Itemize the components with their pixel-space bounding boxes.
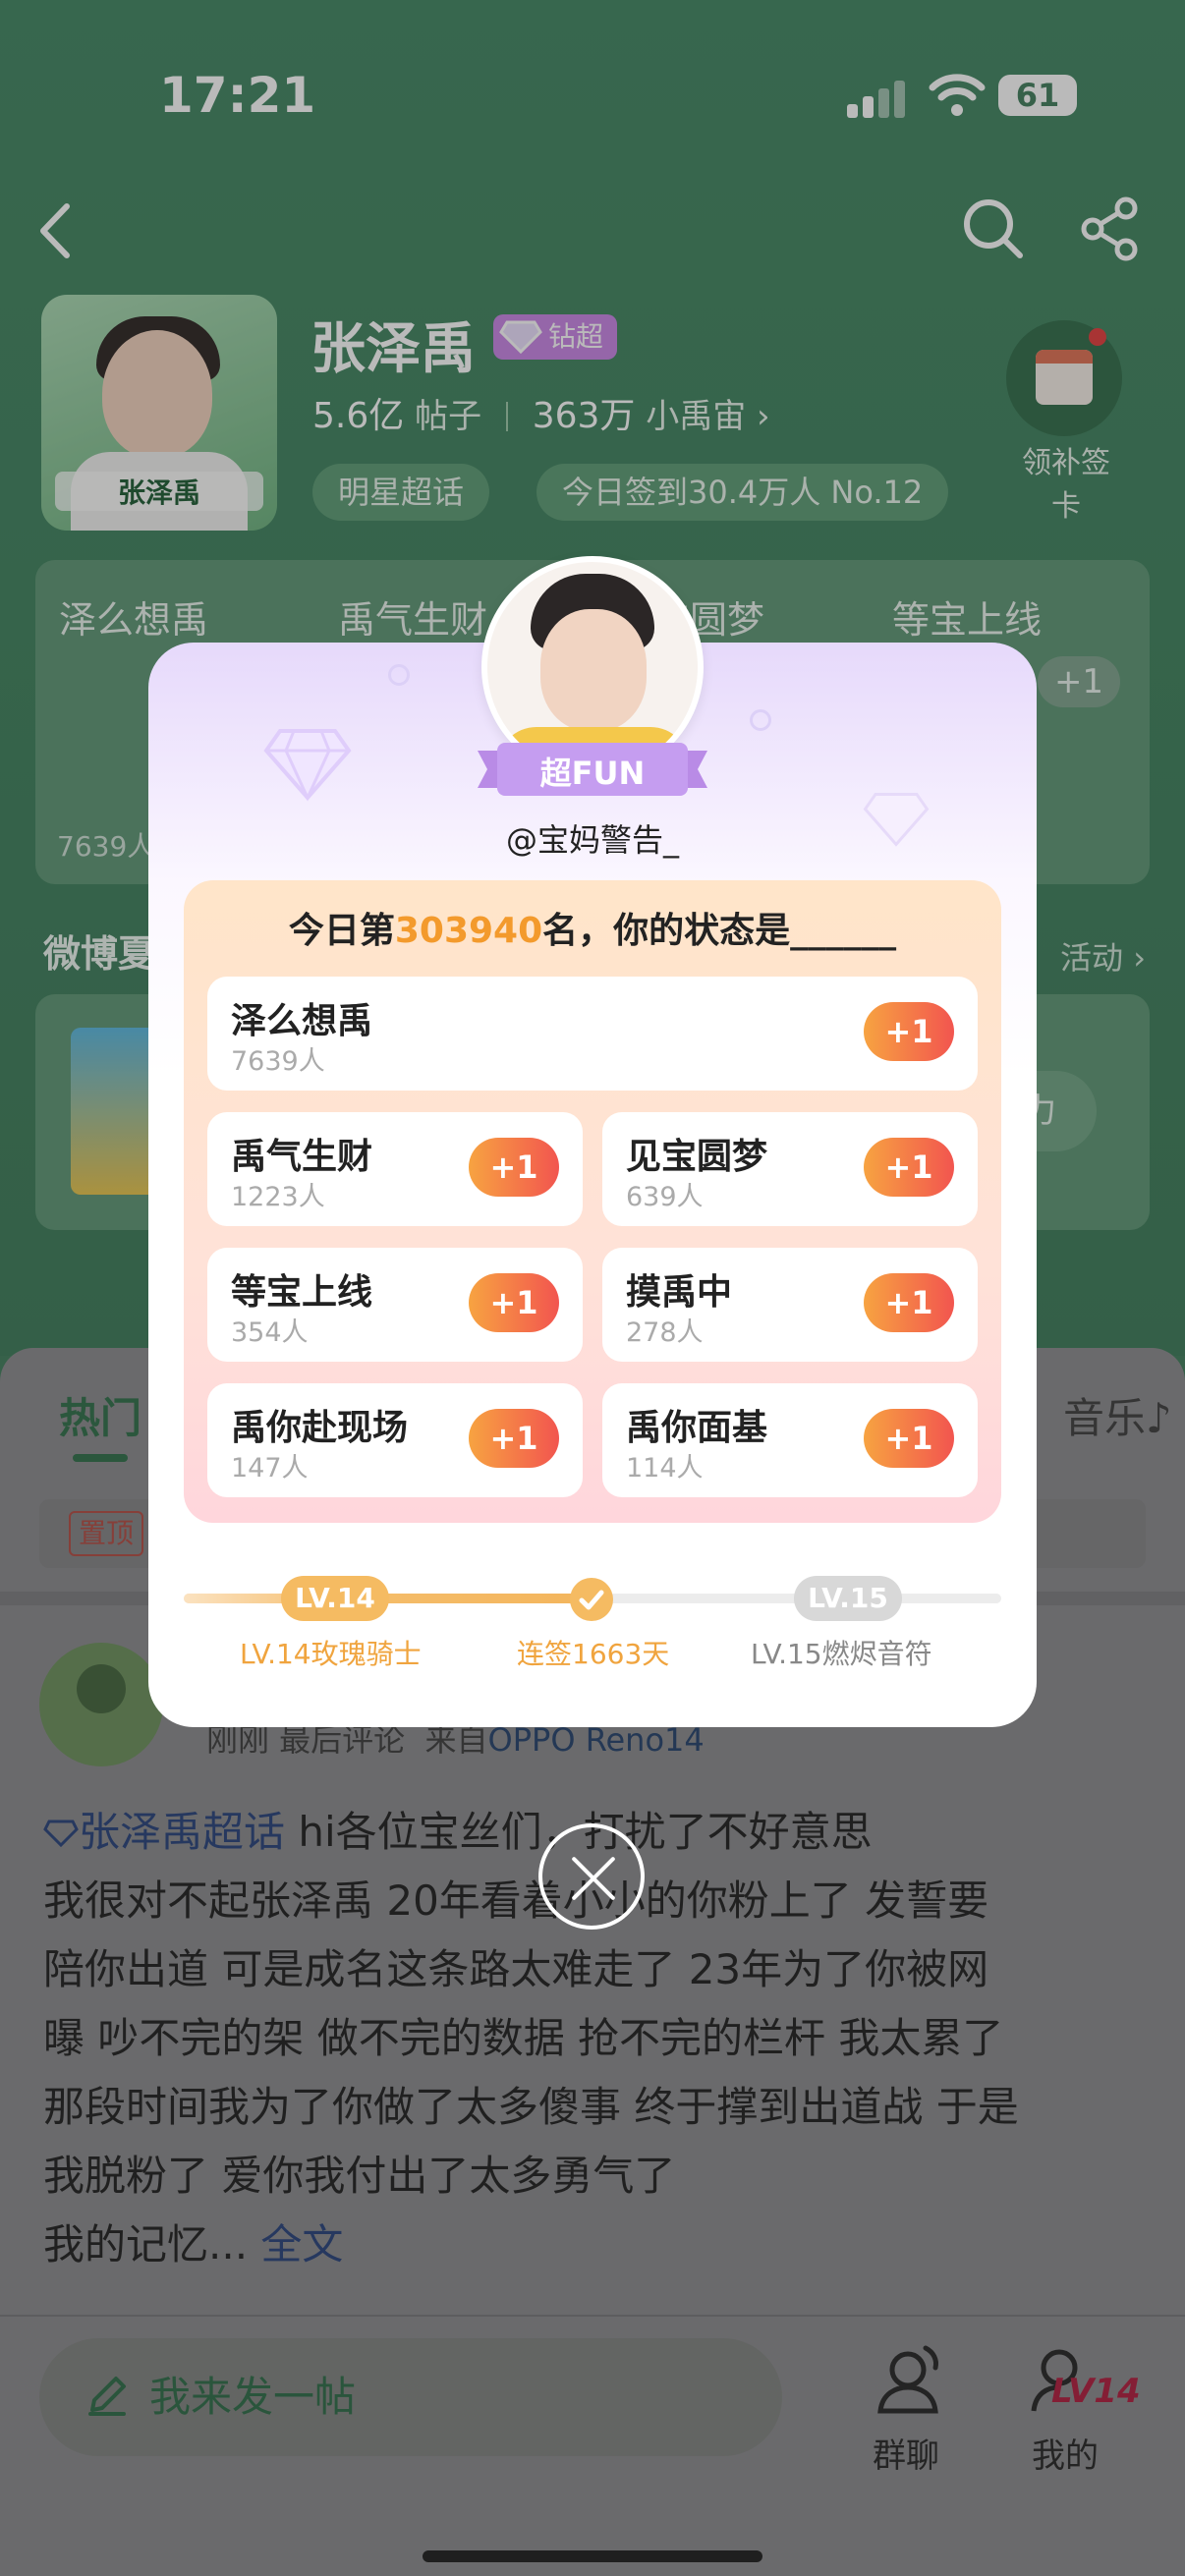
modal-username: @宝妈警告_ xyxy=(505,821,679,859)
status-option-title: 见宝圆梦 xyxy=(626,1137,768,1177)
plus-one-button[interactable]: +1 xyxy=(864,1409,954,1468)
plus-one-button[interactable]: +1 xyxy=(469,1409,559,1468)
plus-one-button[interactable]: +1 xyxy=(469,1273,559,1332)
status-option-count: 7639人 xyxy=(231,1046,325,1077)
status-option-card[interactable]: 见宝圆梦 639人 +1 xyxy=(602,1112,978,1226)
next-level-name: LV.15燃烬音符 xyxy=(751,1638,932,1670)
decoration-dot xyxy=(388,664,410,686)
status-option-title: 泽么想禹 xyxy=(231,1001,373,1041)
status-option-title: 摸禹中 xyxy=(626,1272,733,1313)
current-level-name: LV.14玫瑰骑士 xyxy=(240,1638,422,1670)
status-option-count: 114人 xyxy=(626,1453,704,1484)
status-option-title: 禹你赴现场 xyxy=(231,1408,409,1448)
status-option-card[interactable]: 摸禹中 278人 +1 xyxy=(602,1248,978,1362)
checkin-streak: 连签1663天 xyxy=(517,1638,670,1670)
fun-badge-label: 超FUN xyxy=(539,755,646,792)
checkmark-icon xyxy=(570,1578,613,1621)
status-option-count: 147人 xyxy=(231,1453,309,1484)
current-level-badge: LV.14 xyxy=(281,1576,389,1621)
status-option-count: 354人 xyxy=(231,1317,309,1348)
plus-one-button[interactable]: +1 xyxy=(864,1002,954,1061)
status-option-count: 278人 xyxy=(626,1317,704,1348)
status-option-card[interactable]: 泽么想禹 7639人 +1 xyxy=(207,977,978,1091)
status-option-card[interactable]: 等宝上线 354人 +1 xyxy=(207,1248,583,1362)
status-option-card[interactable]: 禹你面基 114人 +1 xyxy=(602,1383,978,1497)
level-progress-fill xyxy=(184,1594,596,1603)
status-option-card[interactable]: 禹你赴现场 147人 +1 xyxy=(207,1383,583,1497)
decoration-dot xyxy=(750,709,771,731)
checkin-rank: 303940 xyxy=(394,911,543,951)
status-option-title: 禹气生财 xyxy=(231,1137,373,1177)
plus-one-button[interactable]: +1 xyxy=(864,1138,954,1197)
plus-one-button[interactable]: +1 xyxy=(864,1273,954,1332)
status-option-count: 639人 xyxy=(626,1182,704,1212)
plus-one-button[interactable]: +1 xyxy=(469,1138,559,1197)
status-question: 今日第303940名，你的状态是______ xyxy=(288,911,897,951)
status-option-card[interactable]: 禹气生财 1223人 +1 xyxy=(207,1112,583,1226)
status-option-count: 1223人 xyxy=(231,1182,325,1212)
status-option-title: 禹你面基 xyxy=(626,1408,768,1448)
next-level-badge: LV.15 xyxy=(794,1576,902,1621)
diamond-decoration-icon xyxy=(263,729,352,802)
status-option-title: 等宝上线 xyxy=(231,1272,373,1313)
close-icon[interactable] xyxy=(538,1823,645,1930)
